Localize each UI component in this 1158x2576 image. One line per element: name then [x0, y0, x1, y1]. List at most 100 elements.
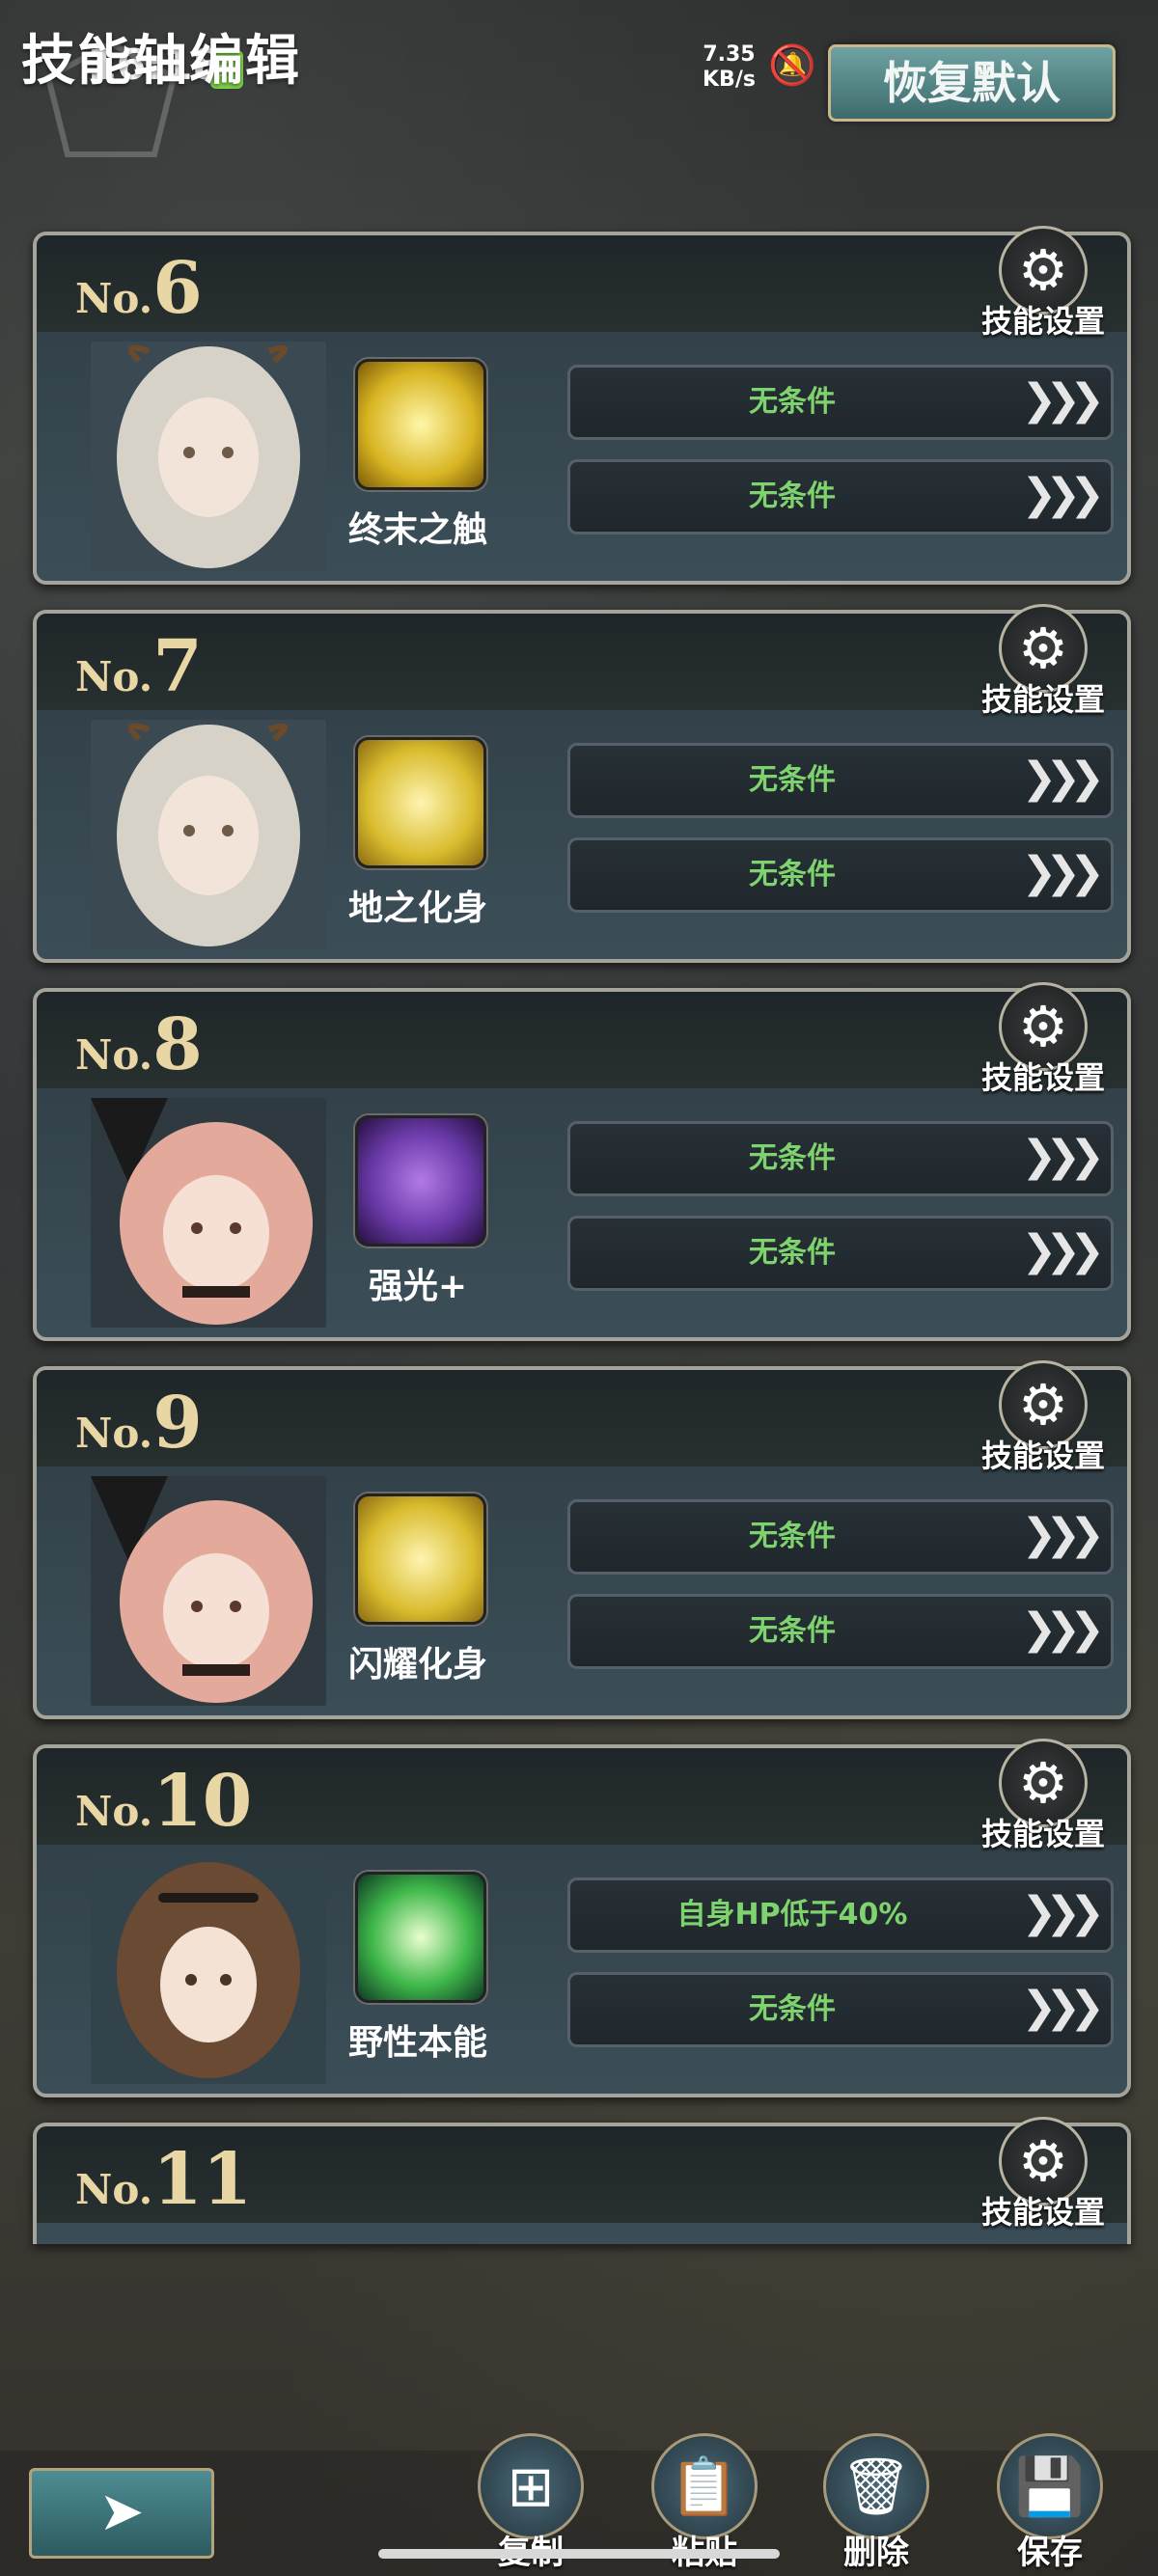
net-speed-value: 7.35: [703, 42, 756, 67]
character-portrait[interactable]: [91, 1476, 326, 1706]
character-portrait[interactable]: [91, 1098, 326, 1328]
skill-settings-label: 技能设置: [980, 1059, 1105, 1096]
skill-name: 地之化身: [347, 889, 487, 928]
condition-slot-2[interactable]: 无条件 ❯❯❯: [567, 1972, 1114, 2047]
card-number: No.11: [75, 2138, 252, 2221]
card-number-value: 10: [152, 1760, 253, 1843]
network-speed: 7.35 KB/s: [703, 42, 756, 93]
home-indicator[interactable]: [378, 2549, 780, 2559]
skill-settings-label: 技能设置: [980, 1438, 1105, 1474]
condition-text: 无条件: [749, 1141, 836, 1175]
copy-button[interactable]: ⊞ 复制: [473, 2433, 589, 2572]
skill-card: No.9 ⚙ 技能设置 闪耀化身 无条件 ❯❯❯ 无条件 ❯❯❯: [33, 1360, 1131, 1719]
condition-slot-1[interactable]: 无条件 ❯❯❯: [567, 743, 1114, 818]
skill-settings-label: 技能设置: [980, 303, 1105, 340]
skill-name: 野性本能: [347, 2023, 487, 2063]
condition-slot-1[interactable]: 无条件 ❯❯❯: [567, 1499, 1114, 1575]
save-icon: 💾: [997, 2433, 1103, 2539]
back-arrow-icon: ➤: [98, 2480, 145, 2543]
condition-text: 无条件: [749, 385, 836, 419]
card-number-value: 9: [152, 1382, 203, 1465]
skill-icon[interactable]: [355, 737, 486, 868]
condition-slot-2[interactable]: 无条件 ❯❯❯: [567, 837, 1114, 913]
condition-text: 无条件: [749, 480, 836, 513]
card-number-prefix: No.: [75, 1410, 153, 1457]
skill-card: No.6 ⚙ 技能设置 终末之触 无条件 ❯❯❯ 无条件 ❯❯❯: [33, 226, 1131, 585]
skill-card: No.7 ⚙ 技能设置 地之化身 无条件 ❯❯❯ 无条件 ❯❯❯: [33, 604, 1131, 963]
triple-chevron-icon: ❯❯❯: [1021, 375, 1105, 425]
card-number-value: 8: [152, 1003, 203, 1086]
skill-settings-button[interactable]: ⚙ 技能设置: [971, 226, 1116, 340]
delete-label: 删除: [843, 2534, 909, 2572]
back-button[interactable]: ➤: [29, 2468, 214, 2559]
condition-slot-2[interactable]: 无条件 ❯❯❯: [567, 459, 1114, 534]
card-number: No.6: [75, 247, 203, 330]
skill-icon[interactable]: [355, 1115, 486, 1247]
skill-settings-label: 技能设置: [980, 681, 1105, 718]
card-number: No.7: [75, 625, 203, 708]
character-portrait[interactable]: [91, 720, 326, 949]
condition-slot-2[interactable]: 无条件 ❯❯❯: [567, 1216, 1114, 1291]
skill-name: 闪耀化身: [347, 1645, 487, 1685]
skill-settings-button[interactable]: ⚙ 技能设置: [971, 1360, 1116, 1474]
triple-chevron-icon: ❯❯❯: [1021, 848, 1105, 897]
skill-settings-label: 技能设置: [980, 1816, 1105, 1852]
bell-off-icon: 🔕: [768, 43, 816, 88]
condition-text: 无条件: [749, 1992, 836, 2026]
card-number-value: 6: [152, 247, 203, 330]
card-number-prefix: No.: [75, 1788, 153, 1835]
card-number-prefix: No.: [75, 2166, 153, 2213]
condition-text: 无条件: [749, 858, 836, 891]
skill-card: No.10 ⚙ 技能设置 野性本能 自身HP低于40% ❯❯❯ 无条件 ❯❯❯: [33, 1739, 1131, 2097]
page-title: 技能轴编辑: [21, 30, 301, 93]
card-number-prefix: No.: [75, 1031, 153, 1079]
triple-chevron-icon: ❯❯❯: [1021, 470, 1105, 519]
character-portrait[interactable]: [91, 342, 326, 571]
condition-text: 自身HP低于40%: [676, 1898, 908, 1932]
paste-icon: 📋: [651, 2433, 758, 2539]
save-label: 保存: [1017, 2534, 1083, 2572]
triple-chevron-icon: ❯❯❯: [1021, 1604, 1105, 1654]
condition-text: 无条件: [749, 1614, 836, 1648]
card-number-prefix: No.: [75, 653, 153, 700]
copy-icon: ⊞: [478, 2433, 584, 2539]
card-number-value: 7: [152, 625, 203, 708]
trash-icon: 🗑: [823, 2433, 929, 2539]
paste-button[interactable]: 📋 粘贴: [647, 2433, 762, 2572]
skill-icon[interactable]: [355, 1872, 486, 2003]
triple-chevron-icon: ❯❯❯: [1021, 1226, 1105, 1275]
skill-name: 终末之触: [347, 510, 487, 550]
triple-chevron-icon: ❯❯❯: [1021, 754, 1105, 803]
condition-slot-1[interactable]: 无条件 ❯❯❯: [567, 365, 1114, 440]
save-button[interactable]: 💾 保存: [992, 2433, 1108, 2572]
triple-chevron-icon: ❯❯❯: [1021, 1888, 1105, 1937]
skill-settings-button[interactable]: ⚙ 技能设置: [971, 2117, 1116, 2231]
card-number: No.8: [75, 1003, 203, 1086]
condition-text: 无条件: [749, 1520, 836, 1553]
condition-text: 无条件: [749, 763, 836, 797]
skill-settings-button[interactable]: ⚙ 技能设置: [971, 1739, 1116, 1852]
delete-button[interactable]: 🗑 删除: [818, 2433, 934, 2572]
skill-icon[interactable]: [355, 1494, 486, 1625]
net-speed-unit: KB/s: [703, 68, 756, 92]
triple-chevron-icon: ❯❯❯: [1021, 1983, 1105, 2032]
triple-chevron-icon: ❯❯❯: [1021, 1510, 1105, 1559]
card-number: No.9: [75, 1382, 203, 1465]
skill-settings-button[interactable]: ⚙ 技能设置: [971, 604, 1116, 718]
card-number: No.10: [75, 1760, 252, 1843]
skill-settings-label: 技能设置: [980, 2194, 1105, 2231]
condition-slot-1[interactable]: 自身HP低于40% ❯❯❯: [567, 1877, 1114, 1953]
reset-default-button[interactable]: 恢复默认: [828, 44, 1116, 122]
skill-icon[interactable]: [355, 359, 486, 490]
skill-name: 强光+: [368, 1267, 468, 1306]
condition-slot-2[interactable]: 无条件 ❯❯❯: [567, 1594, 1114, 1669]
triple-chevron-icon: ❯❯❯: [1021, 1132, 1105, 1181]
skill-card: No.8 ⚙ 技能设置 强光+ 无条件 ❯❯❯ 无条件 ❯❯❯: [33, 982, 1131, 1341]
card-number-value: 11: [152, 2138, 253, 2221]
condition-text: 无条件: [749, 1236, 836, 1270]
character-portrait[interactable]: [91, 1854, 326, 2084]
skill-card: No.11 ⚙ 技能设置: [33, 2117, 1131, 2244]
card-number-prefix: No.: [75, 275, 153, 322]
skill-settings-button[interactable]: ⚙ 技能设置: [971, 982, 1116, 1096]
condition-slot-1[interactable]: 无条件 ❯❯❯: [567, 1121, 1114, 1196]
